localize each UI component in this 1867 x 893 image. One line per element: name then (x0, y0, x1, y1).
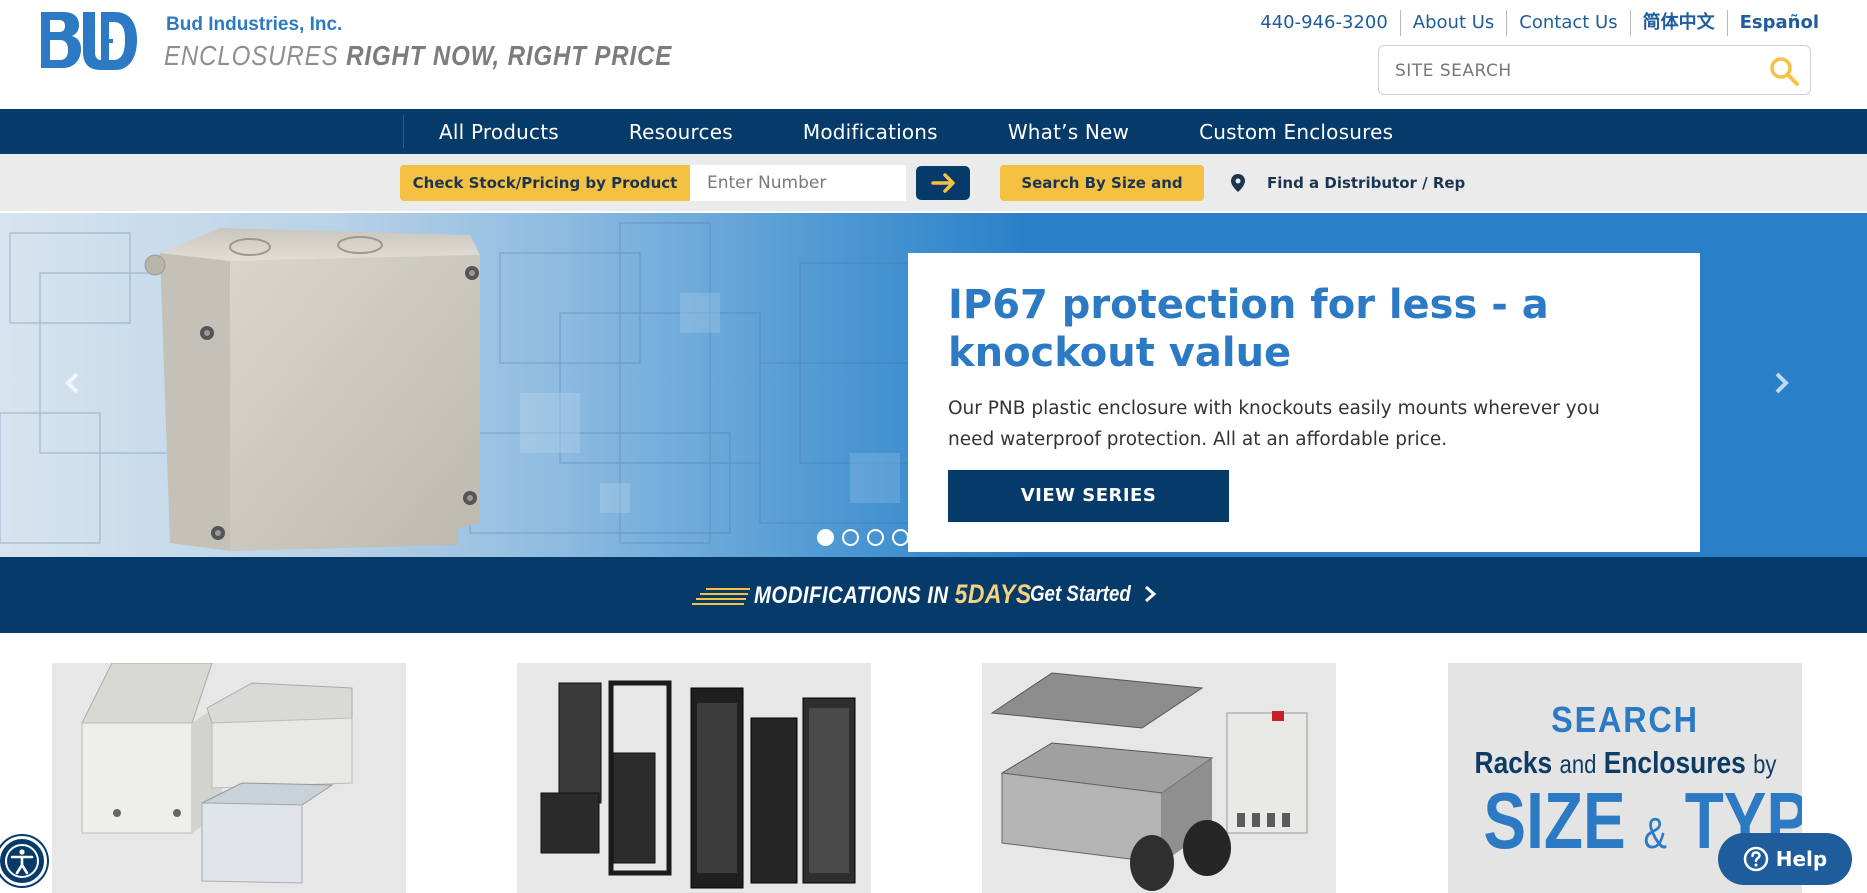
find-distributor-link[interactable]: Find a Distributor / Rep (1231, 165, 1465, 201)
arrow-right-icon (931, 173, 955, 193)
help-label: Help (1775, 847, 1828, 871)
top-links: 440-946-3200 About Us Contact Us 简体中文 Es… (1248, 10, 1831, 36)
hero-title: IP67 protection for less - a knockout va… (948, 282, 1549, 376)
accessibility-icon (5, 844, 39, 878)
nav-item-custom-enclosures[interactable]: Custom Enclosures (1199, 120, 1393, 144)
product-tile-server-racks[interactable] (517, 663, 871, 893)
hero-content-card: IP67 protection for less - a knockout va… (908, 253, 1700, 552)
question-icon (1743, 846, 1768, 872)
and-word: and (1559, 749, 1597, 779)
view-series-button[interactable]: VIEW SERIES (948, 470, 1229, 522)
map-pin-icon (1231, 174, 1245, 192)
search-by-size-type-button[interactable]: Search By Size and Type (1000, 165, 1204, 228)
carousel-next-button[interactable] (1766, 368, 1796, 398)
product-tile-plastic-boxes[interactable] (982, 663, 1336, 893)
carousel-prev-button[interactable] (58, 368, 88, 398)
pnb-enclosure-image (144, 228, 480, 551)
chevron-right-icon (1775, 372, 1789, 394)
server-racks-image (540, 680, 856, 889)
spanish-language-link[interactable]: Español (1726, 10, 1831, 36)
nav-item-resources[interactable]: Resources (629, 120, 733, 144)
speed-lines-icon (692, 588, 750, 605)
modifications-text: MODIFICATIONS IN (754, 582, 949, 609)
accessibility-button[interactable] (0, 836, 47, 886)
plastic-boxes-image (990, 672, 1308, 891)
nav-divider (403, 115, 404, 148)
site-header: Bud Industries, Inc. ENCLOSURES RIGHT NO… (0, 0, 1867, 108)
stock-check-bar: Check Stock/Pricing by Product No. Searc… (0, 154, 1867, 228)
carousel-dot-1[interactable] (817, 529, 834, 546)
chinese-language-link[interactable]: 简体中文 (1629, 10, 1727, 36)
site-search-input[interactable] (1395, 58, 1755, 84)
company-name: Bud Industries, Inc. (166, 14, 343, 35)
by-word: by (1753, 749, 1777, 779)
bud-logo-icon[interactable] (41, 10, 137, 72)
size-word: SIZE (1483, 776, 1626, 865)
product-number-input[interactable] (690, 165, 906, 201)
hero-description: Our PNB plastic enclosure with knockouts… (948, 398, 1600, 450)
plastic-enclosures-image (81, 663, 353, 884)
help-chat-button[interactable]: Help (1718, 833, 1852, 885)
hero-carousel: IP67 protection for less - a knockout va… (0, 213, 1867, 557)
ampersand: & (1643, 809, 1667, 858)
main-nav-list: All Products Resources Modifications Wha… (439, 109, 1463, 154)
carousel-dot-2[interactable] (842, 529, 859, 546)
carousel-indicators (817, 529, 917, 546)
find-distributor-label: Find a Distributor / Rep (1267, 174, 1466, 192)
nav-item-modifications[interactable]: Modifications (803, 120, 938, 144)
nav-item-all-products[interactable]: All Products (439, 120, 559, 144)
tagline-bold: RIGHT NOW, RIGHT PRICE (346, 40, 673, 71)
chevron-right-icon (1145, 585, 1157, 603)
carousel-dot-4[interactable] (892, 529, 909, 546)
modifications-days: 5DAYS (954, 579, 1032, 609)
main-navigation: All Products Resources Modifications Wha… (0, 109, 1867, 154)
get-started-link[interactable]: Get Started (1030, 581, 1131, 607)
search-icon[interactable] (1768, 55, 1800, 87)
phone-link[interactable]: 440-946-3200 (1248, 10, 1400, 36)
about-us-link[interactable]: About Us (1399, 10, 1507, 36)
modifications-banner[interactable]: MODIFICATIONS IN 5DAYS Get Started (0, 557, 1867, 633)
product-tile-plastic-enclosures[interactable] (52, 663, 406, 893)
contact-us-link[interactable]: Contact Us (1506, 10, 1629, 36)
carousel-dot-3[interactable] (867, 529, 884, 546)
modifications-headline: MODIFICATIONS IN 5DAYS (754, 579, 1032, 610)
check-stock-label: Check Stock/Pricing by Product No. (400, 165, 690, 228)
check-stock-submit-button[interactable] (916, 166, 970, 200)
nav-item-whats-new[interactable]: What’s New (1008, 120, 1129, 144)
tagline-light: ENCLOSURES (164, 40, 339, 71)
site-search-box (1378, 45, 1811, 95)
chevron-left-icon (65, 372, 79, 394)
company-tagline: ENCLOSURES RIGHT NOW, RIGHT PRICE (164, 40, 672, 72)
search-tile-search-word: SEARCH (1551, 699, 1699, 740)
racks-word: Racks (1474, 745, 1553, 780)
enclosures-word: Enclosures (1603, 745, 1746, 780)
